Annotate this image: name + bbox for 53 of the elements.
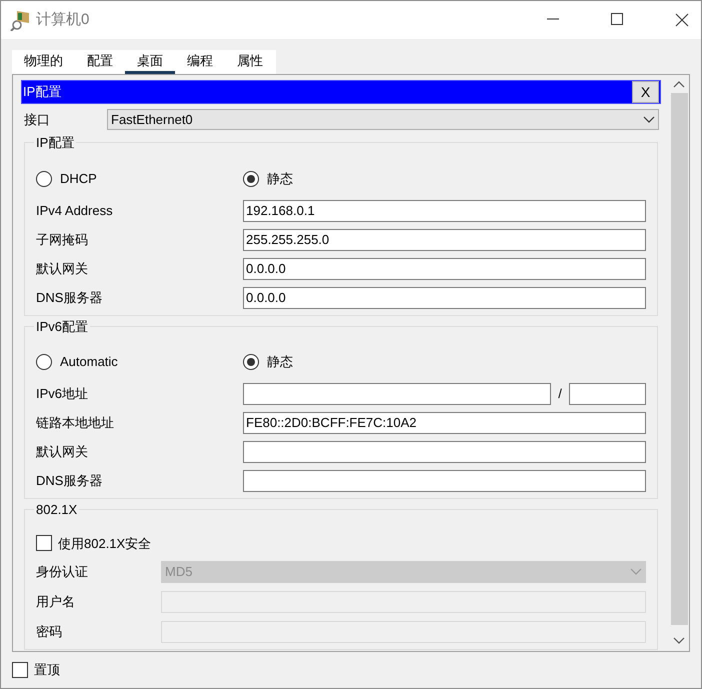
tab[interactable]: 配置 bbox=[75, 50, 125, 74]
field-label: IPv6地址 bbox=[36, 385, 90, 404]
input-field[interactable]: 255.255.255.0 bbox=[243, 228, 646, 250]
radio-label: 静态 bbox=[267, 353, 293, 372]
radio-button[interactable] bbox=[36, 170, 52, 186]
radio-button[interactable] bbox=[36, 354, 52, 370]
panel-title: IP配置 bbox=[23, 83, 62, 102]
checkbox-label: 使用802.1X安全 bbox=[58, 534, 152, 552]
chevron-down-icon bbox=[630, 568, 642, 576]
scroll-down-icon bbox=[673, 637, 685, 645]
maximize-icon[interactable] bbox=[611, 13, 623, 25]
group-title: 802.1X bbox=[35, 501, 78, 519]
input-field[interactable] bbox=[243, 441, 646, 463]
group-title: IPv6配置 bbox=[35, 318, 90, 336]
field-label: 默认网关 bbox=[36, 443, 89, 462]
prefix-length-field[interactable] bbox=[569, 383, 646, 405]
field-label: 接口 bbox=[23, 110, 51, 129]
checkbox[interactable] bbox=[36, 535, 52, 552]
field-label: 用户名 bbox=[36, 593, 76, 612]
field-label: 链路本地地址 bbox=[36, 414, 115, 432]
input-field[interactable]: 0.0.0.0 bbox=[243, 258, 646, 280]
input-field[interactable] bbox=[243, 470, 646, 492]
checkbox-label: 置顶 bbox=[34, 661, 60, 679]
field-label: IPv4 Address bbox=[36, 202, 114, 220]
checkbox[interactable] bbox=[12, 662, 28, 678]
field-label: 身份认证 bbox=[36, 563, 89, 582]
window-title: 计算机0 bbox=[36, 10, 90, 30]
scrollbar-thumb[interactable] bbox=[670, 93, 688, 625]
radio-label: Automatic bbox=[60, 353, 118, 372]
input-field[interactable]: 192.168.0.1 bbox=[243, 200, 646, 222]
dropdown[interactable]: FastEthernet0 bbox=[107, 109, 659, 130]
scroll-up-icon bbox=[673, 80, 685, 88]
field-label: 子网掩码 bbox=[36, 230, 89, 249]
field-label: 默认网关 bbox=[36, 260, 89, 278]
input-field[interactable] bbox=[243, 383, 551, 405]
tab[interactable]: 物理的 bbox=[12, 50, 75, 74]
input-field[interactable]: FE80::2D0:BCFF:FE7C:10A2 bbox=[243, 412, 646, 434]
radio-button[interactable] bbox=[243, 170, 259, 186]
close-button[interactable]: X bbox=[632, 81, 659, 103]
prefix-separator: / bbox=[557, 385, 563, 404]
radio-label: 静态 bbox=[267, 170, 293, 188]
radio-button[interactable] bbox=[243, 354, 259, 370]
field-label: DNS服务器 bbox=[36, 288, 104, 307]
tab[interactable]: 桌面 bbox=[125, 50, 175, 74]
close-icon[interactable] bbox=[675, 13, 689, 27]
group-title: IP配置 bbox=[35, 134, 76, 152]
tab[interactable]: 编程 bbox=[175, 50, 225, 74]
chevron-down-icon bbox=[643, 116, 655, 124]
radio-label: DHCP bbox=[60, 170, 97, 188]
field-label: 密码 bbox=[36, 623, 63, 642]
tab[interactable]: 属性 bbox=[225, 50, 275, 74]
field-label: DNS服务器 bbox=[36, 472, 104, 490]
input-field[interactable]: 0.0.0.0 bbox=[243, 286, 646, 308]
